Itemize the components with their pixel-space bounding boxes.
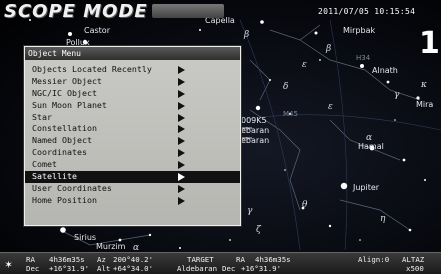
menu-item-label: Satellite — [32, 171, 77, 182]
target-dec-value: +16°31.9' — [241, 264, 282, 273]
menu-item-label: Constellation — [32, 123, 97, 134]
mount-mode: ALTAZ — [402, 255, 425, 264]
menu-item-constellation[interactable]: Constellation — [25, 123, 240, 135]
star-label-alnath: Alnath — [372, 66, 398, 75]
menu-item-satellite[interactable]: Satellite — [25, 171, 240, 183]
page-number-indicator: 1 — [419, 26, 440, 61]
menu-item-label: Star — [32, 111, 52, 122]
submenu-arrow-icon — [178, 101, 185, 110]
menu-item-home-position[interactable]: Home Position — [25, 195, 240, 207]
star-label-aldebaran-2: ebaran — [241, 136, 270, 145]
mode-title: SCOPE MODE — [4, 1, 148, 22]
star-label-murzim: Murzim — [96, 242, 126, 251]
star-label-aldebaran: ebaran — [241, 126, 270, 135]
menu-item-label: Messier Object — [32, 75, 102, 86]
datetime-display: 2011/07/05 10:15:54 — [318, 7, 416, 16]
telescope-icon: ✶ — [5, 257, 13, 271]
submenu-arrow-icon — [178, 137, 185, 146]
dec-label: Dec — [26, 264, 40, 273]
greek-label-gamma-2: γ — [247, 206, 253, 216]
submenu-arrow-icon — [178, 149, 185, 158]
greek-label-epsilon: ε — [302, 60, 307, 70]
az-value: 200°40.2' — [113, 255, 154, 264]
menu-item-named-object[interactable]: Named Object — [25, 135, 240, 147]
object-label-h34: H34 — [356, 54, 371, 62]
target-label: TARGET — [187, 255, 214, 264]
az-label: Az — [97, 255, 106, 264]
submenu-arrow-icon — [178, 89, 185, 98]
greek-label-epsilon-2: ε — [328, 102, 333, 112]
header-bar: SCOPE MODE 2011/07/05 10:15:54 — [0, 0, 441, 22]
greek-label-gamma: γ — [394, 90, 400, 100]
menu-item-label: Coordinates — [32, 147, 87, 158]
greek-label-beta-2: β — [326, 44, 332, 54]
menu-item-label: User Coordinates — [32, 182, 112, 193]
greek-label-beta: β — [244, 30, 250, 40]
greek-label-delta: δ — [283, 82, 289, 92]
menu-item-star[interactable]: Star — [25, 112, 240, 124]
menu-item-label: Objects Located Recently — [32, 64, 152, 74]
menu-item-user-coordinates[interactable]: User Coordinates — [25, 183, 240, 195]
submenu-arrow-icon — [178, 66, 185, 74]
star-label-mirphak: Mirpbak — [343, 26, 376, 35]
status-bar: ✶ RA 4h36m35s Az 200°40.2' Dec +16°31.9'… — [0, 252, 441, 274]
object-label-m45: M45 — [283, 110, 298, 118]
submenu-arrow-icon — [178, 184, 185, 193]
menu-item-list: Objects Located Recently Messier Object NG… — [25, 60, 240, 207]
menu-item-messier-object[interactable]: Messier Object — [25, 76, 240, 88]
menu-item-ngc-ic-object[interactable]: NGC/IC Object — [25, 88, 240, 100]
submenu-arrow-icon — [178, 196, 185, 205]
menu-item-sun-moon-planet[interactable]: Sun Moon Planet — [25, 100, 240, 112]
menu-item-objects-located-recently[interactable]: Objects Located Recently — [25, 64, 240, 76]
chart-mode-tab[interactable] — [152, 4, 224, 18]
ra-label: RA — [26, 255, 35, 264]
greek-label-eta: η — [380, 214, 386, 224]
star-label-castor: Castor — [84, 26, 110, 35]
menu-item-comet[interactable]: Comet — [25, 159, 240, 171]
star-label-mira: Mira — [416, 100, 434, 109]
submenu-arrow-icon — [178, 125, 185, 134]
menu-item-label: NGC/IC Object — [32, 87, 97, 98]
target-ra-label: RA — [236, 255, 245, 264]
greek-label-kappa: κ — [421, 80, 427, 90]
menu-item-label: Comet — [32, 159, 57, 170]
greek-label-zeta: ζ — [256, 225, 261, 235]
greek-label-theta: θ — [302, 200, 308, 210]
menu-item-coordinates[interactable]: Coordinates — [25, 147, 240, 159]
menu-title: Object Menu — [25, 47, 240, 60]
menu-item-label: Home Position — [32, 194, 97, 205]
zoom-level: x500 — [406, 264, 424, 273]
submenu-arrow-icon — [178, 113, 185, 122]
dec-value: +16°31.9' — [49, 264, 90, 273]
submenu-arrow-icon — [178, 173, 185, 182]
scope-mode-screen: Capella Castor Pollux Mirpbak Alnath Mir… — [0, 0, 441, 274]
ra-value: 4h36m35s — [49, 255, 85, 264]
star-label-hamal: Hamal — [358, 142, 384, 151]
star-label-sirius: Sirius — [74, 233, 97, 242]
target-ra-value: 4h36m35s — [255, 255, 291, 264]
object-menu: Object Menu Objects Located Recently Mess… — [24, 46, 241, 226]
target-dec-label: Dec — [222, 264, 236, 273]
menu-item-label: Sun Moon Planet — [32, 99, 107, 110]
object-label-009k5: 009K5 — [241, 116, 267, 125]
menu-item-label: Named Object — [32, 135, 92, 146]
alt-value: +64°34.0' — [113, 264, 154, 273]
planet-label-jupiter: Jupiter — [353, 183, 380, 192]
coordinate-grid — [239, 19, 441, 251]
target-name: Aldebaran — [177, 264, 218, 273]
greek-label-alpha: α — [366, 133, 373, 143]
submenu-arrow-icon — [178, 161, 185, 170]
alt-label: Alt — [97, 264, 111, 273]
submenu-arrow-icon — [178, 77, 185, 86]
align-status: Align:0 — [358, 255, 390, 264]
